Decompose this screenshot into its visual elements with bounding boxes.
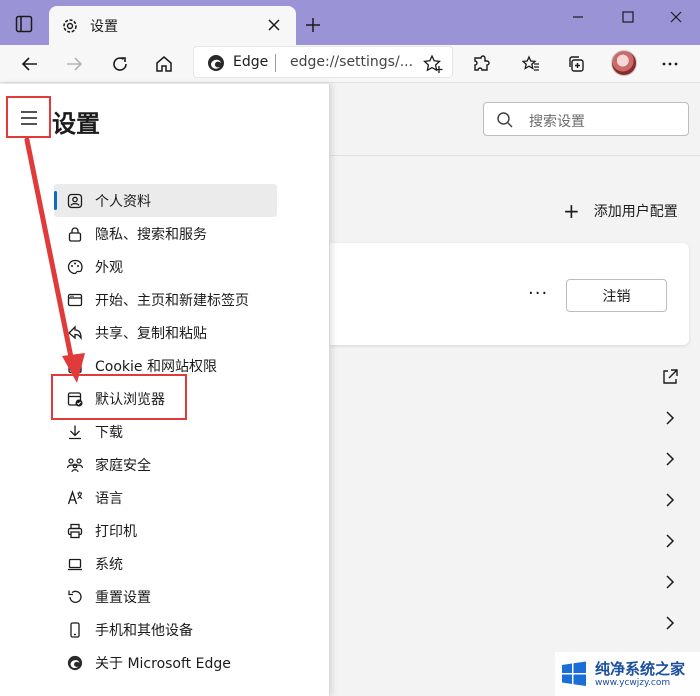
home-icon[interactable] xyxy=(149,49,179,79)
search-input[interactable]: 搜索设置 xyxy=(483,102,689,136)
sidebar-item-label: 下载 xyxy=(95,424,123,441)
extensions-icon[interactable] xyxy=(466,49,496,79)
sidebar-item-label: 手机和其他设备 xyxy=(95,622,193,639)
address-divider xyxy=(275,54,276,72)
sidebar-item-profile[interactable]: 个人资料 xyxy=(54,184,277,217)
language-icon xyxy=(66,489,84,507)
close-window-icon[interactable] xyxy=(664,6,688,28)
site-permissions-icon xyxy=(66,357,84,375)
new-tab-icon[interactable] xyxy=(300,12,326,38)
windows-logo-icon xyxy=(562,661,586,686)
forward-icon[interactable] xyxy=(59,49,89,79)
sidebar-item-label: 开始、主页和新建标签页 xyxy=(95,292,249,309)
sidebar-item-phone[interactable]: 手机和其他设备 xyxy=(54,613,277,646)
phone-icon xyxy=(66,621,84,639)
address-bar[interactable]: Edge edge://settings/... xyxy=(193,46,453,78)
address-url[interactable]: edge://settings/... xyxy=(290,54,413,70)
profile-more-button[interactable]: ··· xyxy=(528,283,548,304)
search-placeholder: 搜索设置 xyxy=(529,114,585,130)
edge-logo-icon xyxy=(208,55,224,71)
sidebar-item-label: 关于 Microsoft Edge xyxy=(95,655,231,672)
favorites-icon[interactable] xyxy=(516,49,546,79)
sidebar-item-label: 重置设置 xyxy=(95,589,151,606)
watermark: 纯净系统之家 www.ycwjzy.com xyxy=(555,652,700,696)
gear-icon xyxy=(60,16,80,36)
add-profile-label: 添加用户配置 xyxy=(593,204,678,220)
page-title: 设置 xyxy=(52,110,100,138)
sidebar-item-privacy[interactable]: 隐私、搜索和服务 xyxy=(54,217,277,250)
chevron-right-icon[interactable] xyxy=(660,408,680,428)
sidebar-item-share[interactable]: 共享、复制和粘贴 xyxy=(54,316,277,349)
chevron-right-icon[interactable] xyxy=(660,572,680,592)
palette-icon xyxy=(66,258,84,276)
laptop-icon xyxy=(66,555,84,573)
minimize-icon[interactable] xyxy=(566,6,590,28)
settings-header: 搜索设置 xyxy=(330,84,700,156)
edge-logo-icon xyxy=(66,654,84,672)
sidebar-item-label: 共享、复制和粘贴 xyxy=(95,325,207,342)
sidebar-item-label: 外观 xyxy=(95,259,123,276)
sidebar-item-appearance[interactable]: 外观 xyxy=(54,250,277,283)
tab-settings[interactable]: 设置 xyxy=(49,6,296,45)
sidebar-item-system[interactable]: 系统 xyxy=(54,547,277,580)
sidebar-item-start-home[interactable]: 开始、主页和新建标签页 xyxy=(54,283,277,316)
title-bar: 设置 xyxy=(0,0,700,45)
add-profile-button[interactable]: + 添加用户配置 xyxy=(563,200,678,222)
more-menu-icon[interactable] xyxy=(655,49,685,79)
chevron-right-icon[interactable] xyxy=(660,490,680,510)
printer-icon xyxy=(66,522,84,540)
back-icon[interactable] xyxy=(15,49,45,79)
sidebar-item-about[interactable]: 关于 Microsoft Edge xyxy=(54,646,277,679)
sidebar-toggle-icon[interactable] xyxy=(10,10,38,38)
sign-out-button[interactable]: 注销 xyxy=(566,279,667,312)
sidebar-item-label: 语言 xyxy=(95,490,123,507)
sidebar-item-label: 打印机 xyxy=(95,523,137,540)
close-tab-icon[interactable] xyxy=(264,15,284,35)
hamburger-highlight-box xyxy=(6,96,51,138)
address-site-label: Edge xyxy=(233,54,269,70)
search-icon xyxy=(497,112,513,128)
sidebar-item-label: Cookie 和网站权限 xyxy=(95,358,217,375)
lock-icon xyxy=(66,225,84,243)
browser-toolbar: Edge edge://settings/... xyxy=(0,45,700,83)
default-browser-highlight-box xyxy=(51,374,187,420)
family-icon xyxy=(66,456,84,474)
settings-nav: 个人资料 隐私、搜索和服务 外观 开始、主页和新建标签页 共享、复制和粘贴 Co… xyxy=(54,184,277,679)
sidebar-item-reset[interactable]: 重置设置 xyxy=(54,580,277,613)
share-icon xyxy=(66,324,84,342)
profile-card: ··· 注销 xyxy=(330,243,689,345)
sidebar-item-label: 家庭安全 xyxy=(95,457,151,474)
add-favorite-icon[interactable] xyxy=(422,53,444,75)
sidebar-item-printers[interactable]: 打印机 xyxy=(54,514,277,547)
sidebar-item-label: 个人资料 xyxy=(95,193,151,210)
download-icon xyxy=(66,423,84,441)
maximize-icon[interactable] xyxy=(616,6,640,28)
plus-icon: + xyxy=(563,199,580,223)
watermark-url: www.ycwjzy.com xyxy=(595,677,671,688)
refresh-icon[interactable] xyxy=(105,49,135,79)
collections-icon[interactable] xyxy=(561,49,591,79)
reset-icon xyxy=(66,588,84,606)
avatar[interactable] xyxy=(611,50,637,76)
chevron-right-icon[interactable] xyxy=(660,449,680,469)
sidebar-item-label: 系统 xyxy=(95,556,123,573)
home-window-icon xyxy=(66,291,84,309)
watermark-name: 纯净系统之家 xyxy=(595,659,686,678)
profile-icon xyxy=(66,192,84,210)
tab-title: 设置 xyxy=(90,18,118,35)
chevron-right-icon[interactable] xyxy=(660,613,680,633)
sidebar-item-label: 隐私、搜索和服务 xyxy=(95,226,207,243)
sidebar-item-family[interactable]: 家庭安全 xyxy=(54,448,277,481)
open-external-icon[interactable] xyxy=(660,367,680,387)
sidebar-item-languages[interactable]: 语言 xyxy=(54,481,277,514)
chevron-right-icon[interactable] xyxy=(660,531,680,551)
